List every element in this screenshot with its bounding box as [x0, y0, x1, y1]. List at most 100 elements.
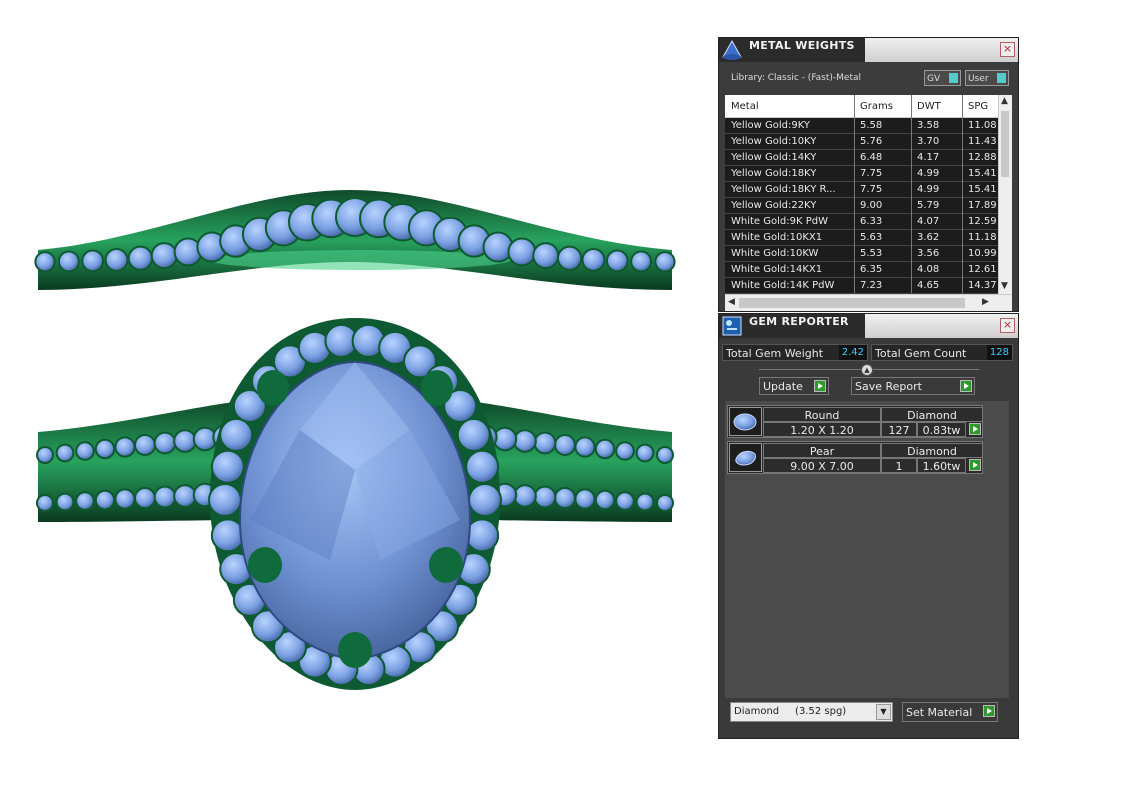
stone	[134, 434, 156, 456]
round-gem-icon	[729, 407, 762, 436]
table-row[interactable]: Yellow Gold:22KY 9.00 5.79 17.89	[725, 198, 999, 214]
table-row[interactable]: Yellow Gold:18KY 7.75 4.99 15.41	[725, 166, 999, 182]
gem-row[interactable]: Round Diamond 1.20 X 1.20 127 0.83tw	[727, 405, 983, 438]
metal-weights-titlebar[interactable]: METAL WEIGHTS ×	[719, 38, 1018, 62]
play-icon	[960, 380, 972, 392]
save-report-button[interactable]: Save Report	[851, 377, 975, 395]
table-cell: 7.75	[860, 168, 883, 179]
stone	[55, 492, 75, 512]
stone	[127, 245, 154, 271]
table-cell: 5.58	[860, 120, 883, 131]
collapse-icon[interactable]: ▲	[861, 364, 873, 376]
table-cell: Yellow Gold:22KY	[731, 200, 817, 211]
scroll-right-icon[interactable]: ▶	[982, 297, 989, 307]
table-row[interactable]: White Gold:9K PdW 6.33 4.07 12.59	[725, 214, 999, 230]
table-cell: White Gold:14KX1	[731, 264, 823, 275]
close-icon[interactable]: ×	[1000, 318, 1015, 333]
table-row[interactable]: White Gold:10KW 5.53 3.56 10.99	[725, 246, 999, 262]
gem-reporter-title: GEM REPORTER	[749, 315, 849, 328]
select-gem-icon[interactable]	[969, 459, 981, 471]
table-row[interactable]: Yellow Gold:9KY 5.58 3.58 11.08	[725, 118, 999, 134]
scroll-up-icon[interactable]: ▲	[1001, 96, 1008, 106]
gem-shape: Pear	[763, 443, 881, 458]
set-material-button[interactable]: Set Material	[902, 702, 998, 722]
update-button[interactable]: Update	[759, 377, 829, 395]
col-dwt[interactable]: DWT	[917, 101, 941, 112]
material-select-value: Diamond (3.52 spg)	[734, 706, 847, 717]
table-header: Metal Grams DWT SPG	[725, 95, 999, 118]
gem-material: Diamond	[881, 443, 983, 458]
stone	[468, 483, 502, 517]
stone	[594, 438, 616, 460]
stone	[150, 242, 178, 270]
stone	[104, 247, 129, 272]
table-row[interactable]: White Gold:14K PdW 7.23 4.65 14.37	[725, 278, 999, 294]
chevron-down-icon[interactable]: ▼	[876, 704, 891, 720]
stone	[36, 494, 54, 512]
table-cell: 6.33	[860, 216, 883, 227]
table-cell: 6.48	[860, 152, 883, 163]
table-row[interactable]: White Gold:10KX1 5.63 3.62 11.18	[725, 230, 999, 246]
horizontal-scrollbar[interactable]: ◀ ▶	[725, 294, 1012, 311]
table-cell: 3.58	[917, 120, 940, 131]
table-cell: White Gold:9K PdW	[731, 216, 828, 227]
column-separator	[962, 95, 963, 293]
stone	[605, 249, 629, 273]
table-cell: 7.23	[860, 280, 883, 291]
metal-weights-title: METAL WEIGHTS	[749, 39, 855, 52]
stone	[513, 484, 537, 508]
col-spg[interactable]: SPG	[968, 101, 988, 112]
user-toggle[interactable]: User	[965, 70, 1009, 86]
gem-reporter-titlebar[interactable]: GEM REPORTER ×	[719, 314, 1018, 338]
table-cell: 12.88	[968, 152, 997, 163]
total-gem-count-label: Total Gem Count	[875, 347, 967, 360]
gem-weight: 1.60tw	[917, 458, 966, 473]
stone	[533, 431, 557, 455]
gem-weight: 0.83tw	[917, 422, 966, 437]
material-select[interactable]: Diamond (3.52 spg) ▼	[730, 702, 893, 722]
stone	[654, 251, 676, 273]
stone	[57, 250, 80, 273]
table-cell: 11.18	[968, 232, 997, 243]
gem-reporter-panel: GEM REPORTER × Total Gem Weight 2.42 Tot…	[718, 313, 1019, 739]
close-icon[interactable]: ×	[1000, 42, 1015, 57]
vertical-scrollbar[interactable]: ▲ ▼	[998, 95, 1012, 295]
metal-table: Metal Grams DWT SPG Yellow Gold:9KY 5.58 3…	[725, 95, 1012, 311]
gem-count: 1	[881, 458, 917, 473]
table-cell: 15.41	[968, 184, 997, 195]
select-gem-icon[interactable]	[969, 423, 981, 435]
table-cell: 4.99	[917, 184, 940, 195]
column-separator	[854, 95, 855, 293]
gem-list: Round Diamond 1.20 X 1.20 127 0.83tw Pea…	[725, 401, 1009, 698]
scroll-left-icon[interactable]: ◀	[728, 297, 735, 307]
scroll-down-icon[interactable]: ▼	[1001, 281, 1008, 291]
table-cell: 4.17	[917, 152, 940, 163]
table-row[interactable]: Yellow Gold:18KY R... 7.75 4.99 15.41	[725, 182, 999, 198]
gv-toggle-label: GV	[927, 74, 941, 84]
gv-toggle[interactable]: GV	[924, 70, 961, 86]
table-row[interactable]: Yellow Gold:10KY 5.76 3.70 11.43	[725, 134, 999, 150]
stone	[208, 483, 242, 517]
table-cell: 4.08	[917, 264, 940, 275]
col-grams[interactable]: Grams	[860, 101, 893, 112]
play-icon	[814, 380, 826, 392]
save-report-button-label: Save Report	[855, 380, 922, 393]
table-cell: White Gold:14K PdW	[731, 280, 835, 291]
stone	[219, 417, 254, 452]
col-metal[interactable]: Metal	[731, 101, 759, 112]
stone	[456, 417, 491, 452]
metal-weights-panel: METAL WEIGHTS × Library: Classic - (Fast…	[718, 37, 1019, 312]
stone	[581, 247, 606, 272]
total-gem-weight-value: 2.42	[838, 345, 867, 360]
table-cell: 4.07	[917, 216, 940, 227]
gem-row[interactable]: Pear Diamond 9.00 X 7.00 1 1.60tw	[727, 441, 983, 474]
stone	[630, 250, 653, 273]
stone	[656, 446, 674, 464]
table-cell: 5.76	[860, 136, 883, 147]
table-row[interactable]: White Gold:14KX1 6.35 4.08 12.61	[725, 262, 999, 278]
table-row[interactable]: Yellow Gold:14KY 6.48 4.17 12.88	[725, 150, 999, 166]
library-label: Library: Classic - (Fast)-Metal	[731, 73, 862, 83]
table-cell: 9.00	[860, 200, 883, 211]
stone	[210, 449, 245, 484]
stone	[656, 494, 674, 512]
